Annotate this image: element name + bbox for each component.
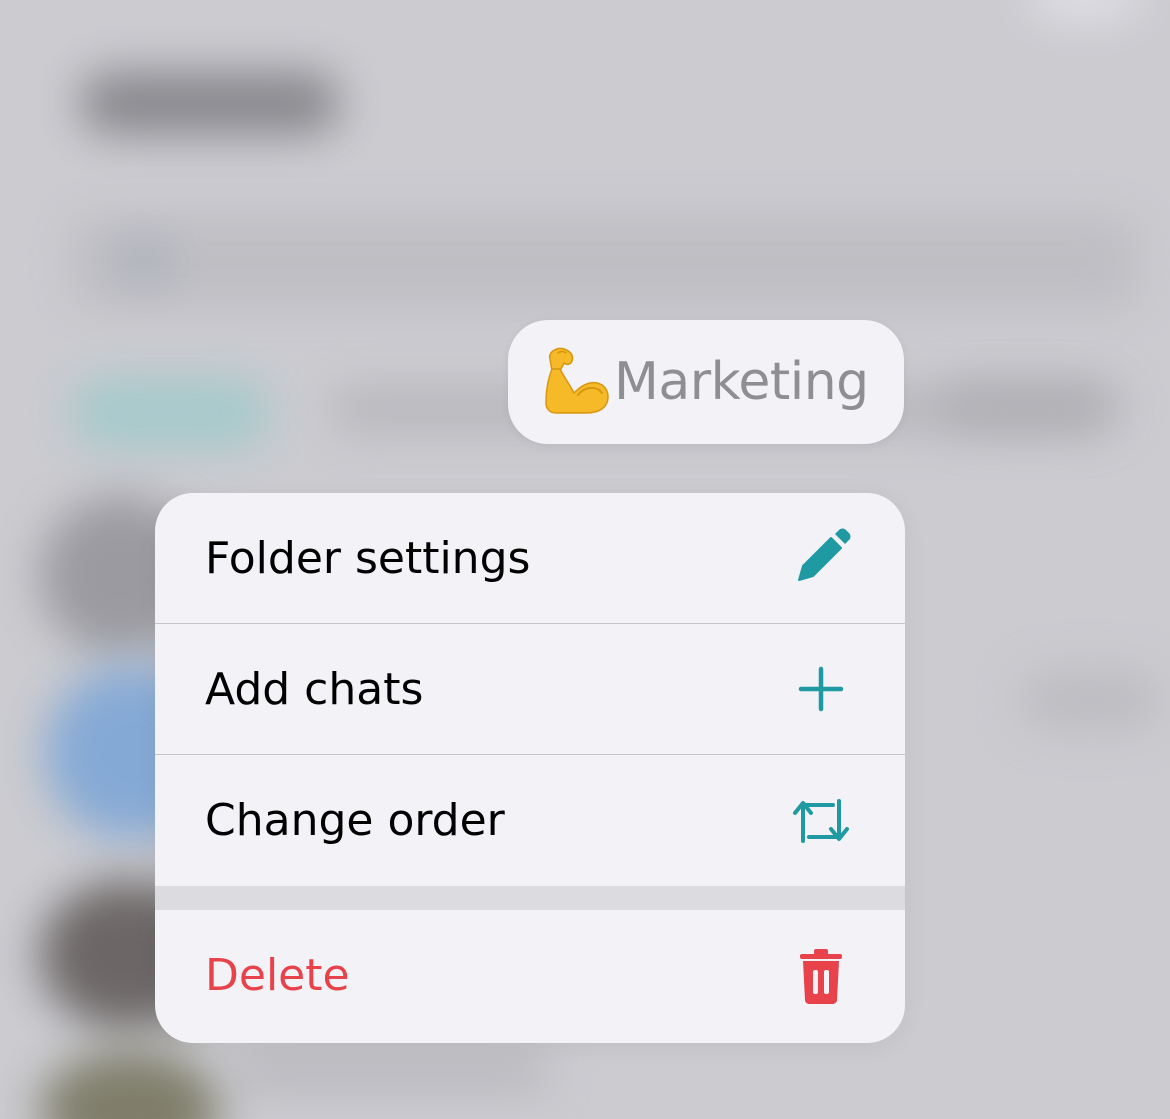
blurred-chat-time (1020, 670, 1160, 730)
menu-item-label: Change order (205, 795, 505, 846)
blurred-search-bar (70, 215, 1140, 310)
blurred-title (80, 72, 340, 134)
menu-section-separator (155, 886, 905, 910)
reorder-arrows-icon (789, 789, 853, 853)
menu-item-label: Delete (205, 950, 350, 1001)
folder-name: Marketing (614, 352, 869, 412)
blurred-folder-tab (70, 378, 270, 448)
menu-item-change-order[interactable]: Change order (155, 755, 905, 886)
menu-item-add-chats[interactable]: Add chats (155, 624, 905, 755)
folder-context-menu: Folder settings Add chats Change order D… (155, 493, 905, 1043)
trash-icon (789, 944, 853, 1008)
menu-item-folder-settings[interactable]: Folder settings (155, 493, 905, 624)
blurred-chat-preview (230, 1050, 550, 1090)
pencil-icon (789, 526, 853, 590)
blurred-top-button (1030, 0, 1140, 20)
blurred-search-icon (120, 242, 168, 280)
menu-item-label: Folder settings (205, 532, 531, 584)
menu-item-label: Add chats (205, 663, 424, 715)
blurred-avatar (40, 1050, 220, 1119)
menu-item-delete[interactable]: Delete (155, 910, 905, 1041)
folder-chip-marketing[interactable]: Marketing (508, 320, 904, 444)
flexed-biceps-icon (538, 345, 612, 419)
plus-icon (789, 657, 853, 721)
blurred-tab-text (940, 380, 1120, 430)
